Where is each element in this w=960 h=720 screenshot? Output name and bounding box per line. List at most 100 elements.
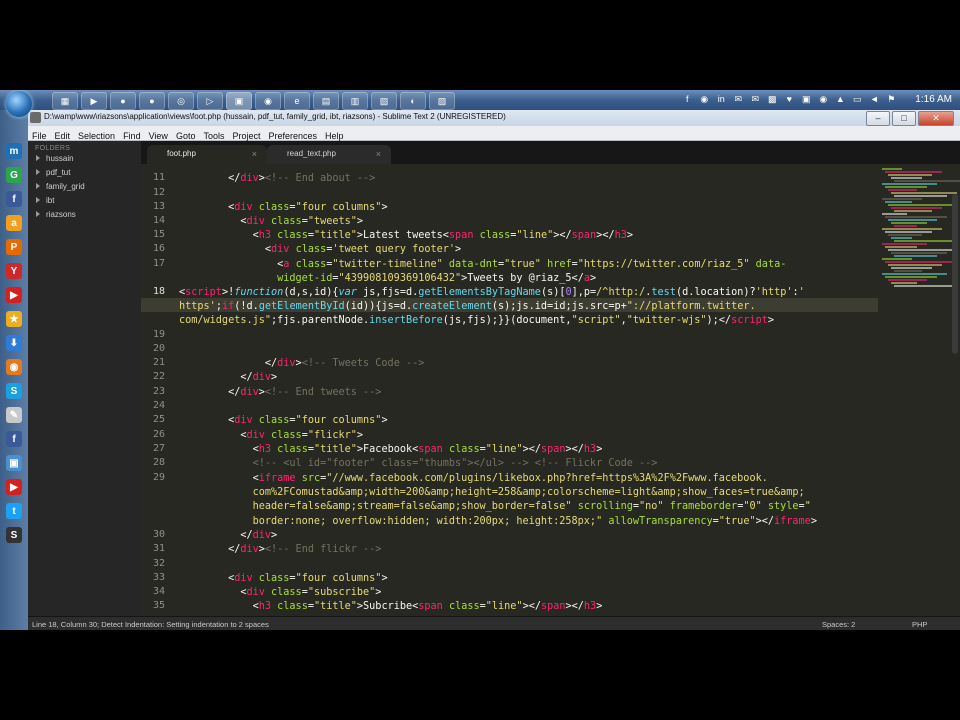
taskbar-app-icon[interactable]: ▨	[429, 92, 455, 110]
tray-icon[interactable]: in	[714, 92, 728, 106]
taskbar-app-icon[interactable]: ▦	[52, 92, 78, 110]
quick-launch-icon[interactable]: S	[6, 383, 22, 399]
minimap-line	[894, 210, 932, 212]
window-controls: – □ ✕	[866, 111, 954, 126]
tray-icon[interactable]: f	[680, 92, 694, 106]
quick-launch-icon[interactable]: S	[6, 527, 22, 543]
taskbar-app-icon[interactable]: e	[284, 92, 310, 110]
minimap-line	[894, 180, 960, 182]
expand-arrow-icon[interactable]	[36, 197, 40, 203]
quick-launch-icon[interactable]: a	[6, 215, 22, 231]
taskbar-app-icon[interactable]: ▣	[226, 92, 252, 110]
quick-launch-icon[interactable]: G	[6, 167, 22, 183]
menu-project[interactable]: Project	[228, 130, 264, 141]
folder-family-grid[interactable]: family_grid	[28, 180, 141, 194]
menu-preferences[interactable]: Preferences	[264, 130, 321, 141]
quick-launch-icon[interactable]: ▣	[6, 455, 22, 471]
menu-selection[interactable]: Selection	[74, 130, 119, 141]
tab-close-icon[interactable]: ×	[252, 145, 257, 163]
folder-label: family_grid	[46, 182, 85, 191]
menu-file[interactable]: File	[28, 130, 51, 141]
expand-arrow-icon[interactable]	[36, 211, 40, 217]
tray-icon[interactable]: ◉	[816, 92, 830, 106]
taskbar-app-icon[interactable]: ▥	[342, 92, 368, 110]
taskbar-apps: ▦ ▶ ● ● ◎ ▷ ▣ ◉ e ▤ ▥ ▧ ◐ ▨	[52, 92, 455, 110]
tray-icon[interactable]: ✉	[748, 92, 762, 106]
folder-pdf-tut[interactable]: pdf_tut	[28, 166, 141, 180]
folder-label: pdf_tut	[46, 168, 71, 177]
code-line: <div class="subscribe">	[179, 587, 382, 598]
minimap-line	[894, 195, 947, 197]
quick-launch-icon[interactable]: t	[6, 503, 22, 519]
code-text[interactable]: </div><!-- End about --> <div class="fou…	[141, 164, 817, 612]
taskbar-app-icon[interactable]: ▧	[371, 92, 397, 110]
minimap-line	[882, 258, 912, 260]
syntax-mode[interactable]: PHP	[912, 620, 927, 629]
taskbar-app-icon[interactable]: ●	[139, 92, 165, 110]
start-button[interactable]	[6, 91, 32, 117]
quick-launch-icon[interactable]: ◉	[6, 359, 22, 375]
expand-arrow-icon[interactable]	[36, 155, 40, 161]
tray-icon[interactable]: ▩	[765, 92, 779, 106]
quick-launch-icon[interactable]: ⬇	[6, 335, 22, 351]
code-minimap[interactable]	[878, 164, 960, 616]
folder-label: riazsons	[46, 210, 76, 219]
quick-launch-icon[interactable]: ▶	[6, 479, 22, 495]
menu-help[interactable]: Help	[321, 130, 348, 141]
tray-icon[interactable]: ▭	[850, 92, 864, 106]
minimap-line	[885, 186, 927, 188]
menu-goto[interactable]: Goto	[172, 130, 200, 141]
quick-launch-icon[interactable]: ▶	[6, 287, 22, 303]
close-button[interactable]: ✕	[918, 111, 954, 126]
tray-icon[interactable]: ♥	[782, 92, 796, 106]
clock[interactable]: 1:16 AM	[915, 94, 952, 105]
tab-close-icon[interactable]: ×	[376, 145, 381, 163]
taskbar-app-icon[interactable]: ◎	[168, 92, 194, 110]
expand-arrow-icon[interactable]	[36, 183, 40, 189]
tab-read-text-php[interactable]: read_text.php ×	[267, 145, 391, 164]
taskbar-app-icon[interactable]: ▶	[81, 92, 107, 110]
tray-icon[interactable]: ⚑	[884, 92, 898, 106]
tray-icon[interactable]: ▣	[799, 92, 813, 106]
window-title-bar[interactable]: D:\wamp\www\riazsons\application\views\f…	[28, 110, 960, 127]
expand-arrow-icon[interactable]	[36, 169, 40, 175]
minimap-line	[882, 168, 902, 170]
folder-hussain[interactable]: hussain	[28, 152, 141, 166]
taskbar-app-icon[interactable]: ◐	[400, 92, 426, 110]
menu-tools[interactable]: Tools	[199, 130, 228, 141]
maximize-button[interactable]: □	[892, 111, 916, 126]
taskbar-app-icon[interactable]: ▷	[197, 92, 223, 110]
sublime-app-icon	[30, 112, 41, 123]
tray-icon[interactable]: ◄	[867, 92, 881, 106]
code-editor[interactable]: 11 12 13 14 15 16 17 18 19 20 21 22 23 24 25 26 27 28 29 30…	[141, 164, 960, 616]
taskbar-app-icon[interactable]: ◉	[255, 92, 281, 110]
quick-launch-icon[interactable]: f	[6, 431, 22, 447]
indentation-setting[interactable]: Spaces: 2	[822, 620, 855, 629]
code-line: </div><!-- End about -->	[179, 173, 376, 184]
tab-label: foot.php	[167, 149, 196, 158]
folder-label: hussain	[46, 154, 74, 163]
folder-ibt[interactable]: ibt	[28, 194, 141, 208]
quick-launch-icon[interactable]: ✎	[6, 407, 22, 423]
minimap-line	[885, 216, 947, 218]
folder-riazsons[interactable]: riazsons	[28, 208, 141, 222]
vertical-scrollbar[interactable]	[952, 194, 958, 354]
quick-launch-icon[interactable]: Y	[6, 263, 22, 279]
menu-find[interactable]: Find	[119, 130, 145, 141]
taskbar-app-icon[interactable]: ▤	[313, 92, 339, 110]
tray-icon[interactable]: ▲	[833, 92, 847, 106]
status-bar: Line 18, Column 30; Detect Indentation: …	[28, 616, 960, 630]
tray-icon[interactable]: ◉	[697, 92, 711, 106]
tab-label: read_text.php	[287, 149, 336, 158]
tab-foot-php[interactable]: foot.php ×	[147, 145, 267, 164]
taskbar-app-icon[interactable]: ●	[110, 92, 136, 110]
quick-launch-icon[interactable]: f	[6, 191, 22, 207]
minimap-line	[891, 252, 947, 254]
quick-launch-icon[interactable]: m	[6, 143, 22, 159]
menu-edit[interactable]: Edit	[51, 130, 75, 141]
minimize-button[interactable]: –	[866, 111, 890, 126]
quick-launch-icon[interactable]: ★	[6, 311, 22, 327]
quick-launch-icon[interactable]: P	[6, 239, 22, 255]
menu-view[interactable]: View	[145, 130, 172, 141]
tray-icon[interactable]: ✉	[731, 92, 745, 106]
